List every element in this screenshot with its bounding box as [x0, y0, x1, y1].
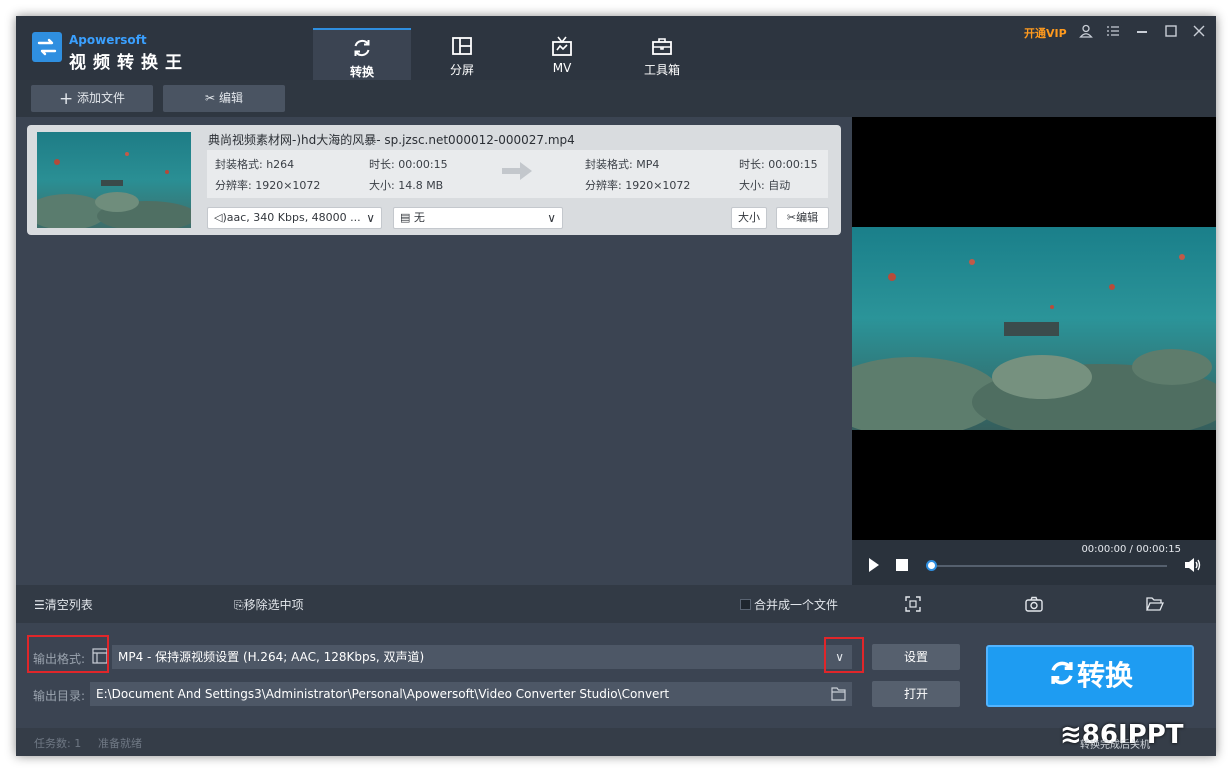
play-icon[interactable] — [868, 558, 880, 572]
timecode: 00:00:00 / 00:00:15 — [1081, 544, 1181, 555]
arrow-right-icon — [502, 162, 532, 180]
plus-icon: + — [58, 89, 74, 109]
remove-file-icon: ⎘ — [234, 598, 244, 612]
add-file-button[interactable]: + 添加文件 — [31, 85, 153, 112]
checkbox-box[interactable] — [740, 599, 751, 610]
refresh-icon — [1051, 661, 1073, 685]
volume-icon[interactable] — [1184, 557, 1202, 573]
dst-duration: 时长: 00:00:15 — [739, 158, 818, 171]
stack-icon: ≋ — [1060, 720, 1082, 750]
tab-convert[interactable]: 转换 — [313, 28, 411, 80]
dst-size: 大小: 自动 — [739, 179, 791, 192]
progress-bar[interactable] — [927, 565, 1167, 567]
preview-frame — [852, 227, 1216, 430]
edit-label: 编辑 — [218, 91, 243, 105]
output-format-select[interactable]: MP4 - 保持源视频设置 (H.264; AAC, 128Kbps, 双声道)… — [112, 645, 852, 669]
file-edit-button[interactable]: ✂编辑 — [776, 207, 829, 229]
tab-label: 工具箱 — [643, 63, 680, 77]
stop-icon[interactable] — [896, 559, 908, 571]
audio-track-select[interactable]: ◁)aac, 340 Kbps, 48000 ... ∨ — [207, 207, 382, 229]
size-button[interactable]: 大小 — [731, 207, 767, 229]
audio-track-value: aac, 340 Kbps, 48000 ... — [226, 211, 361, 224]
split-screen-icon — [452, 37, 472, 55]
menu-icon[interactable] — [1104, 24, 1122, 40]
tab-label: 分屏 — [449, 63, 474, 77]
src-size: 大小: 14.8 MB — [369, 179, 444, 192]
scissors-icon: ✂ — [205, 91, 216, 105]
status-bar: 任务数: 1 准备就绪 — [16, 728, 1216, 756]
chevron-down-icon: ∨ — [366, 211, 375, 225]
folder-open-icon[interactable] — [1146, 596, 1164, 612]
highlight-box — [824, 637, 864, 673]
brand-en: Apowersoft — [69, 33, 147, 47]
tv-icon — [552, 36, 572, 56]
refresh-icon — [354, 40, 370, 56]
tab-label: MV — [552, 61, 572, 75]
open-button[interactable]: 打开 — [872, 681, 960, 707]
output-settings: 输出格式: MP4 - 保持源视频设置 (H.264; AAC, 128Kbps… — [16, 623, 1216, 728]
task-count: 任务数: 1 — [34, 737, 82, 750]
subtitle-select[interactable]: ▤ 无 ∨ — [393, 207, 563, 229]
toolbar: + 添加文件 ✂ 编辑 — [16, 80, 1216, 117]
output-format-value: MP4 - 保持源视频设置 (H.264; AAC, 128Kbps, 双声道) — [118, 650, 425, 664]
list-actions-bar: ☰清空列表 ⎘移除选中项 合并成一个文件 — [16, 585, 1216, 623]
highlight-box — [27, 635, 109, 673]
convert-button[interactable]: 转换 — [986, 645, 1194, 707]
tab-label: 转换 — [349, 65, 374, 79]
dst-format: 封装格式: MP4 — [585, 158, 660, 171]
video-preview — [852, 117, 1216, 585]
vip-link[interactable]: 开通VIP — [1024, 25, 1067, 41]
src-resolution: 分辨率: 1920×1072 — [215, 179, 321, 192]
tab-toolbox[interactable]: 工具箱 — [613, 28, 711, 80]
close-icon[interactable] — [1190, 24, 1208, 40]
file-list: 典尚视频素材网-)hd大海的风暴- sp.jzsc.net000012-0000… — [16, 117, 852, 585]
video-thumbnail — [37, 132, 191, 228]
watermark-subtext: 转换完成后关机 — [1080, 740, 1150, 751]
tab-split-screen[interactable]: 分屏 — [413, 28, 511, 80]
toolbox-icon — [652, 38, 672, 55]
convert-label: 转换 — [1076, 659, 1133, 692]
subtitle-icon: ▤ — [400, 211, 411, 224]
fit-screen-icon[interactable] — [905, 596, 921, 612]
folder-icon[interactable] — [831, 687, 846, 701]
edit-button[interactable]: ✂ 编辑 — [163, 85, 285, 112]
subtitle-value: 无 — [413, 211, 425, 224]
clear-list-icon: ☰ — [34, 598, 45, 612]
maximize-icon[interactable] — [1162, 24, 1180, 40]
remove-selected-button[interactable]: ⎘移除选中项 — [234, 596, 304, 613]
src-format: 封装格式: h264 — [215, 158, 295, 171]
minimize-icon[interactable] — [1133, 24, 1151, 40]
brand-cn: 视频转换王 — [69, 53, 189, 73]
dst-resolution: 分辨率: 1920×1072 — [585, 179, 691, 192]
camera-icon[interactable] — [1025, 596, 1043, 612]
clear-list-button[interactable]: ☰清空列表 — [34, 596, 93, 613]
scissors-icon: ✂ — [786, 211, 797, 224]
player-controls: 00:00:00 / 00:00:15 — [852, 540, 1216, 585]
file-edit-label: 编辑 — [796, 211, 819, 224]
src-duration: 时长: 00:00:15 — [369, 158, 448, 171]
user-icon[interactable] — [1077, 24, 1095, 40]
app-window: Apowersoft 视频转换王 转换 分屏 MV 工具箱 开通VIP + 添加… — [16, 16, 1216, 756]
merge-checkbox[interactable]: 合并成一个文件 — [740, 596, 838, 613]
tab-mv[interactable]: MV — [513, 28, 611, 80]
settings-button[interactable]: 设置 — [872, 644, 960, 670]
title-bar: Apowersoft 视频转换王 转换 分屏 MV 工具箱 开通VIP — [16, 16, 1216, 80]
output-dir-field[interactable]: E:\Document And Settings3\Administrator\… — [90, 682, 852, 706]
output-dir-label: 输出目录: — [33, 689, 86, 703]
speaker-icon: ◁) — [214, 211, 227, 224]
file-item[interactable]: 典尚视频素材网-)hd大海的风暴- sp.jzsc.net000012-0000… — [27, 125, 841, 235]
file-name: 典尚视频素材网-)hd大海的风暴- sp.jzsc.net000012-0000… — [208, 133, 575, 147]
chevron-down-icon: ∨ — [547, 211, 556, 225]
app-logo-icon — [32, 32, 62, 62]
add-file-label: 添加文件 — [77, 91, 126, 105]
clear-list-label: 清空列表 — [44, 598, 93, 612]
progress-knob[interactable] — [926, 560, 937, 571]
remove-selected-label: 移除选中项 — [243, 598, 304, 612]
merge-label: 合并成一个文件 — [754, 598, 839, 612]
status-text: 准备就绪 — [98, 737, 142, 750]
output-dir-value: E:\Document And Settings3\Administrator\… — [96, 687, 670, 701]
file-info: 封装格式: h264 时长: 00:00:15 分辨率: 1920×1072 大… — [207, 150, 828, 198]
